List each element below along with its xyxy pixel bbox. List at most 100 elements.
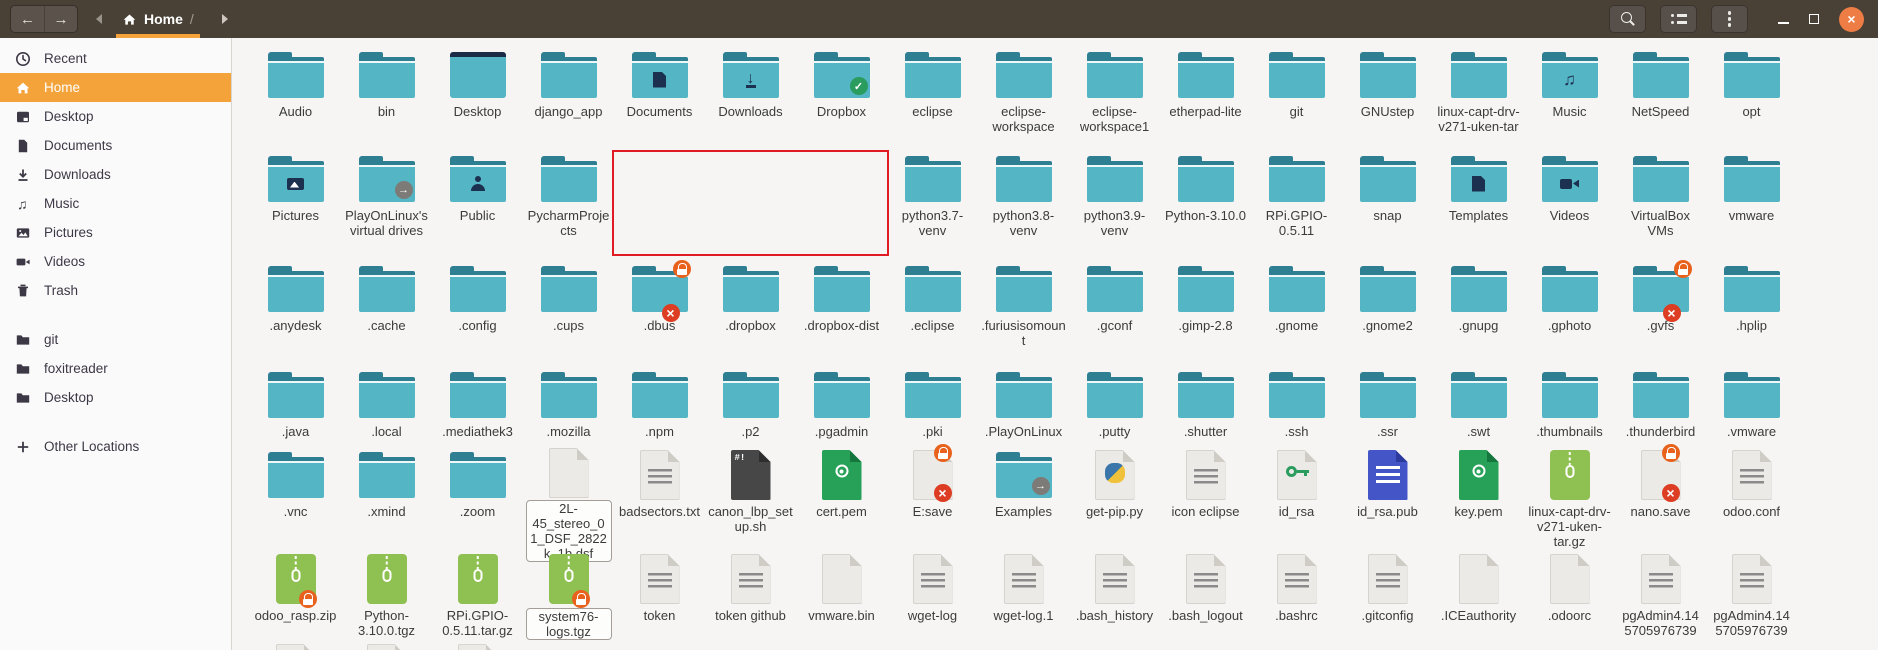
file-item-odoorc[interactable]: .odoorc: [1524, 550, 1615, 640]
folder-item-mediathek3[interactable]: .mediathek3: [432, 366, 523, 446]
file-item-key-pem[interactable]: key.pem: [1433, 446, 1524, 550]
file-item-linux-capt-drv-v271-uken-tar-gz[interactable]: linux-capt-drv-v271-uken-tar.gz: [1524, 446, 1615, 550]
file-item-gitconfig[interactable]: .gitconfig: [1342, 550, 1433, 640]
folder-item-snap[interactable]: snap: [1342, 150, 1433, 260]
folder-item-vmware[interactable]: .vmware: [1706, 366, 1797, 446]
breadcrumb-chevron-left-icon[interactable]: [96, 14, 102, 24]
folder-item-python3-7-venv[interactable]: python3.7-venv: [887, 150, 978, 260]
forward-button[interactable]: →: [44, 6, 77, 32]
file-item-get-pip-py[interactable]: get-pip.py: [1069, 446, 1160, 550]
file-item-wget-log-1[interactable]: wget-log.1: [978, 550, 1069, 640]
folder-item-python3-8-venv[interactable]: python3.8-venv: [978, 150, 1069, 260]
file-item-bash-logout[interactable]: .bash_logout: [1160, 550, 1251, 640]
folder-item-vnc[interactable]: .vnc: [250, 446, 341, 550]
file-item-bash-history[interactable]: .bash_history: [1069, 550, 1160, 640]
sidebar-item-music[interactable]: ♫Music: [0, 189, 231, 218]
file-item-pgadmin4-14-5705976739[interactable]: pgAdmin4.14 5705976739: [1706, 550, 1797, 640]
folder-item-thumbnails[interactable]: .thumbnails: [1524, 366, 1615, 446]
folder-item-desktop[interactable]: Desktop: [432, 46, 523, 150]
file-item-token-github[interactable]: token github: [705, 550, 796, 640]
file-item-id-rsa-pub[interactable]: id_rsa.pub: [1342, 446, 1433, 550]
folder-item-pycharmprojects[interactable]: PycharmProjects: [523, 150, 614, 260]
file-item-vmware-bin[interactable]: vmware.bin: [796, 550, 887, 640]
folder-item-pki[interactable]: .pki: [887, 366, 978, 446]
folder-item-music[interactable]: ♫Music: [1524, 46, 1615, 150]
close-button[interactable]: ×: [1839, 7, 1864, 32]
folder-item-java[interactable]: .java: [250, 366, 341, 446]
folder-item-templates[interactable]: Templates: [1433, 150, 1524, 260]
file-item-badsectors-txt[interactable]: badsectors.txt: [614, 446, 705, 550]
sidebar-item-recent[interactable]: Recent: [0, 44, 231, 73]
folder-item-zoom[interactable]: .zoom: [432, 446, 523, 550]
folder-item-gphoto[interactable]: .gphoto: [1524, 260, 1615, 366]
file-item-profile[interactable]: .profile: [341, 640, 432, 650]
sidebar-item-foxitreader[interactable]: foxitreader: [0, 354, 231, 383]
folder-item-documents[interactable]: Documents: [614, 46, 705, 150]
folder-item-rpi-gpio-0-5-11[interactable]: RPi.GPIO-0.5.11: [1251, 150, 1342, 260]
folder-item-cups[interactable]: .cups: [523, 260, 614, 366]
file-item-id-rsa[interactable]: id_rsa: [1251, 446, 1342, 550]
folder-item-gimp-2-8[interactable]: .gimp-2.8: [1160, 260, 1251, 366]
folder-item-putty[interactable]: .putty: [1069, 366, 1160, 446]
folder-item-dropbox[interactable]: .dropbox: [705, 260, 796, 366]
sidebar-item-trash[interactable]: Trash: [0, 276, 231, 305]
folder-item-config[interactable]: .config: [432, 260, 523, 366]
folder-item-local[interactable]: .local: [341, 366, 432, 446]
folder-item-hplip[interactable]: .hplip: [1706, 260, 1797, 366]
folder-item-python3-9-venv[interactable]: python3.9-venv: [1069, 150, 1160, 260]
back-button[interactable]: ←: [11, 6, 44, 32]
folder-item-gnome[interactable]: .gnome: [1251, 260, 1342, 366]
file-item-pgadmin4-14-5705976739[interactable]: pgAdmin4.14 5705976739: [1615, 550, 1706, 640]
folder-item-playonlinux[interactable]: .PlayOnLinux: [978, 366, 1069, 446]
sidebar-item-git[interactable]: git: [0, 325, 231, 354]
folder-item-opt[interactable]: opt: [1706, 46, 1797, 150]
file-item-2l-45-stereo-01-dsf-2822k-1b-dsf[interactable]: 2L-45_stereo_01_DSF_2822k_1b.dsf: [523, 446, 614, 550]
sidebar-item-desktop[interactable]: Desktop: [0, 102, 231, 131]
sidebar-item-documents[interactable]: Documents: [0, 131, 231, 160]
file-item-nano-save[interactable]: ×nano.save: [1615, 446, 1706, 550]
folder-item-xmind[interactable]: .xmind: [341, 446, 432, 550]
folder-item-gvfs[interactable]: ×.gvfs: [1615, 260, 1706, 366]
file-item-python-3-10-0-tgz[interactable]: Python-3.10.0.tgz: [341, 550, 432, 640]
folder-item-mozilla[interactable]: .mozilla: [523, 366, 614, 446]
maximize-button[interactable]: [1809, 14, 1819, 24]
file-item-iceauthority[interactable]: .ICEauthority: [1433, 550, 1524, 640]
menu-button[interactable]: [1711, 5, 1748, 33]
file-item-token[interactable]: token: [614, 550, 705, 640]
folder-item-eclipse-workspace[interactable]: eclipse-workspace: [978, 46, 1069, 150]
folder-item-ssr[interactable]: .ssr: [1342, 366, 1433, 446]
folder-item-gnupg[interactable]: .gnupg: [1433, 260, 1524, 366]
file-item-odoo-rasp-zip[interactable]: odoo_rasp.zip: [250, 550, 341, 640]
file-item-pgadmin4-startup-log[interactable]: ~.pgAdmin4.startup.log: [250, 640, 341, 650]
breadcrumb-chevron-right-icon[interactable]: [222, 14, 228, 24]
sidebar-item-videos[interactable]: Videos: [0, 247, 231, 276]
folder-item-videos[interactable]: Videos: [1524, 150, 1615, 260]
folder-item-eclipse[interactable]: .eclipse: [887, 260, 978, 366]
folder-item-dbus[interactable]: ×.dbus: [614, 260, 705, 366]
sidebar-item-other-locations[interactable]: Other Locations: [0, 432, 231, 461]
minimize-button[interactable]: [1778, 22, 1789, 24]
folder-item-ssh[interactable]: .ssh: [1251, 366, 1342, 446]
folder-item-linux-capt-drv-v271-uken-tar[interactable]: linux-capt-drv-v271-uken-tar: [1433, 46, 1524, 150]
sidebar-item-pictures[interactable]: Pictures: [0, 218, 231, 247]
folder-item-dropbox-dist[interactable]: .dropbox-dist: [796, 260, 887, 366]
folder-item-virtualbox-vms[interactable]: VirtualBox VMs: [1615, 150, 1706, 260]
view-toggle-button[interactable]: [1660, 5, 1697, 33]
breadcrumb[interactable]: Home /: [112, 0, 204, 38]
folder-item-examples[interactable]: →Examples: [978, 446, 1069, 550]
folder-item-downloads[interactable]: ↓Downloads: [705, 46, 796, 150]
file-item-bashrc[interactable]: .bashrc: [1251, 550, 1342, 640]
search-button[interactable]: [1609, 5, 1646, 33]
file-item-system76-logs-tgz[interactable]: system76-logs.tgz: [523, 550, 614, 640]
file-item-canon-lbp-setup-sh[interactable]: #!canon_lbp_setup.sh: [705, 446, 796, 550]
folder-item-git[interactable]: git: [1251, 46, 1342, 150]
folder-item-eclipse[interactable]: eclipse: [887, 46, 978, 150]
folder-item-public[interactable]: Public: [432, 150, 523, 260]
sidebar-item-desktop[interactable]: Desktop: [0, 383, 231, 412]
file-item-e-save[interactable]: ×E:save: [887, 446, 978, 550]
file-item-rpi-gpio-0-5-11-tar-gz[interactable]: RPi.GPIO-0.5.11.tar.gz: [432, 550, 523, 640]
folder-item-pictures[interactable]: Pictures: [250, 150, 341, 260]
file-item-odoo-conf[interactable]: odoo.conf: [1706, 446, 1797, 550]
file-item-icon-eclipse[interactable]: icon eclipse: [1160, 446, 1251, 550]
folder-item-django-app[interactable]: django_app: [523, 46, 614, 150]
